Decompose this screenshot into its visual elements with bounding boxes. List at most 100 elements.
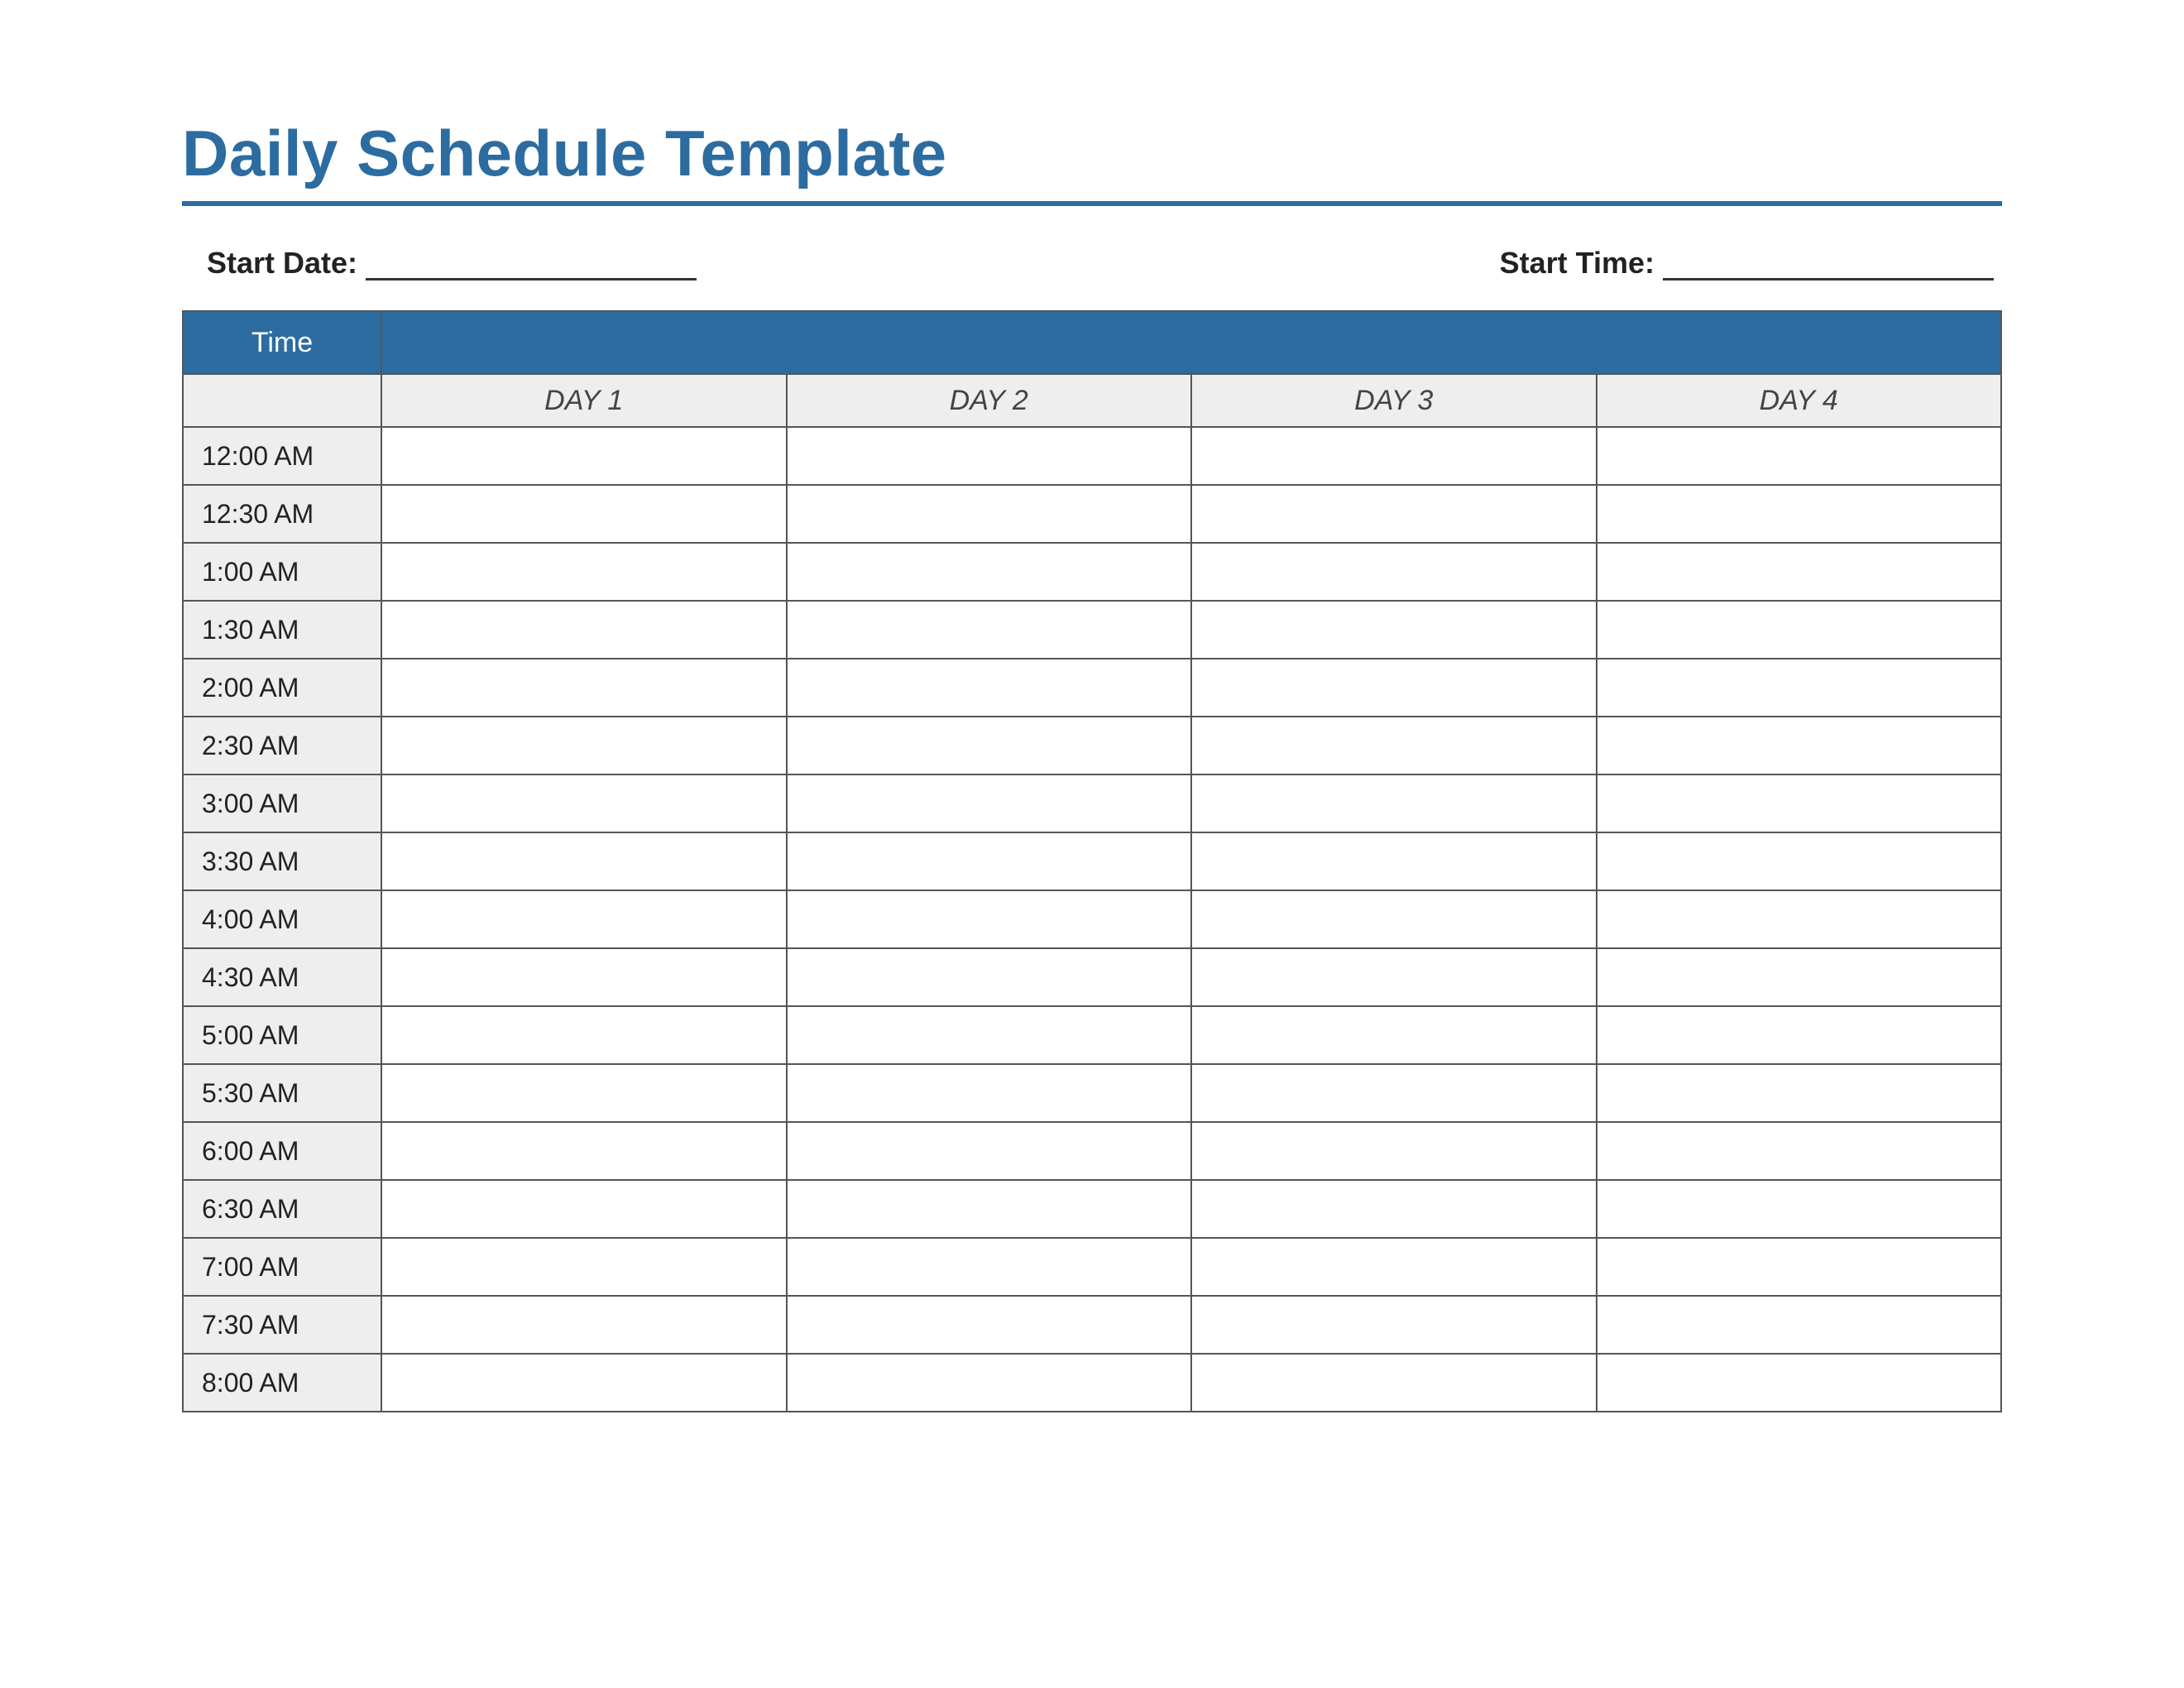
time-cell: 6:30 AM: [183, 1180, 381, 1238]
schedule-cell[interactable]: [787, 890, 1192, 948]
schedule-cell[interactable]: [1597, 717, 2002, 774]
schedule-cell[interactable]: [787, 774, 1192, 832]
schedule-cell[interactable]: [787, 1296, 1192, 1354]
schedule-cell[interactable]: [381, 1064, 787, 1122]
schedule-cell[interactable]: [787, 659, 1192, 717]
schedule-cell[interactable]: [787, 601, 1192, 659]
schedule-cell[interactable]: [787, 1064, 1192, 1122]
schedule-cell[interactable]: [787, 948, 1192, 1006]
schedule-cell[interactable]: [787, 1006, 1192, 1064]
schedule-cell[interactable]: [381, 832, 787, 890]
table-row: 6:00 AM: [183, 1122, 2001, 1180]
schedule-cell[interactable]: [787, 832, 1192, 890]
schedule-cell[interactable]: [1597, 890, 2002, 948]
schedule-cell[interactable]: [381, 774, 787, 832]
time-cell: 5:30 AM: [183, 1064, 381, 1122]
schedule-cell[interactable]: [1191, 948, 1597, 1006]
schedule-cell[interactable]: [787, 1238, 1192, 1296]
schedule-cell[interactable]: [1597, 601, 2002, 659]
schedule-cell[interactable]: [381, 890, 787, 948]
time-cell: 1:30 AM: [183, 601, 381, 659]
schedule-cell[interactable]: [381, 1354, 787, 1412]
page-title: Daily Schedule Template: [182, 116, 2002, 206]
schedule-cell[interactable]: [1597, 1122, 2002, 1180]
day-header: DAY 4: [1597, 374, 2002, 427]
table-row: 5:00 AM: [183, 1006, 2001, 1064]
schedule-cell[interactable]: [1597, 1064, 2002, 1122]
schedule-cell[interactable]: [1191, 1064, 1597, 1122]
schedule-cell[interactable]: [1191, 1180, 1597, 1238]
schedule-cell[interactable]: [381, 948, 787, 1006]
time-cell: 4:30 AM: [183, 948, 381, 1006]
schedule-cell[interactable]: [1191, 1296, 1597, 1354]
time-cell: 2:00 AM: [183, 659, 381, 717]
schedule-cell[interactable]: [1597, 1354, 2002, 1412]
time-cell: 4:00 AM: [183, 890, 381, 948]
time-cell: 12:00 AM: [183, 427, 381, 485]
start-time-input[interactable]: [1663, 252, 1994, 281]
schedule-cell[interactable]: [1191, 832, 1597, 890]
schedule-cell[interactable]: [381, 601, 787, 659]
schedule-cell[interactable]: [1597, 1006, 2002, 1064]
schedule-cell[interactable]: [1597, 427, 2002, 485]
table-row: 1:30 AM: [183, 601, 2001, 659]
schedule-cell[interactable]: [1191, 543, 1597, 601]
schedule-cell[interactable]: [1191, 1354, 1597, 1412]
schedule-cell[interactable]: [1597, 1180, 2002, 1238]
time-cell: 7:30 AM: [183, 1296, 381, 1354]
schedule-cell[interactable]: [1191, 1006, 1597, 1064]
schedule-cell[interactable]: [381, 1238, 787, 1296]
schedule-cell[interactable]: [381, 1296, 787, 1354]
table-row: 8:00 AM: [183, 1354, 2001, 1412]
schedule-cell[interactable]: [1191, 659, 1597, 717]
table-row: 1:00 AM: [183, 543, 2001, 601]
schedule-cell[interactable]: [1191, 601, 1597, 659]
schedule-cell[interactable]: [1597, 1296, 2002, 1354]
schedule-cell[interactable]: [381, 1006, 787, 1064]
table-row: 2:00 AM: [183, 659, 2001, 717]
schedule-cell[interactable]: [787, 1122, 1192, 1180]
schedule-cell[interactable]: [381, 485, 787, 543]
schedule-cell[interactable]: [1191, 717, 1597, 774]
schedule-cell[interactable]: [381, 659, 787, 717]
schedule-cell[interactable]: [381, 1122, 787, 1180]
schedule-cell[interactable]: [1597, 774, 2002, 832]
time-cell: 12:30 AM: [183, 485, 381, 543]
schedule-cell[interactable]: [381, 543, 787, 601]
schedule-cell[interactable]: [1597, 543, 2002, 601]
schedule-cell[interactable]: [381, 1180, 787, 1238]
schedule-cell[interactable]: [1597, 659, 2002, 717]
day-header-empty: [183, 374, 381, 427]
start-time-field: Start Time:: [1500, 246, 1994, 281]
page: Daily Schedule Template Start Date: Star…: [0, 0, 2184, 1688]
day-header: DAY 3: [1191, 374, 1597, 427]
time-cell: 7:00 AM: [183, 1238, 381, 1296]
schedule-cell[interactable]: [1191, 427, 1597, 485]
schedule-cell[interactable]: [381, 427, 787, 485]
schedule-cell[interactable]: [1597, 485, 2002, 543]
schedule-cell[interactable]: [381, 717, 787, 774]
time-column-header: Time: [183, 311, 381, 374]
table-row: 12:00 AM: [183, 427, 2001, 485]
schedule-cell[interactable]: [1597, 1238, 2002, 1296]
schedule-cell[interactable]: [787, 485, 1192, 543]
start-date-field: Start Date:: [207, 246, 697, 281]
schedule-cell[interactable]: [1191, 774, 1597, 832]
schedule-cell[interactable]: [1191, 1238, 1597, 1296]
banner-spacer: [381, 311, 2001, 374]
schedule-cell[interactable]: [787, 1180, 1192, 1238]
schedule-cell[interactable]: [787, 543, 1192, 601]
table-row: 4:30 AM: [183, 948, 2001, 1006]
schedule-cell[interactable]: [1597, 948, 2002, 1006]
schedule-cell[interactable]: [1191, 1122, 1597, 1180]
start-date-label: Start Date:: [207, 246, 357, 281]
schedule-cell[interactable]: [787, 427, 1192, 485]
schedule-cell[interactable]: [1597, 832, 2002, 890]
time-cell: 2:30 AM: [183, 717, 381, 774]
schedule-cell[interactable]: [787, 1354, 1192, 1412]
schedule-cell[interactable]: [787, 717, 1192, 774]
schedule-cell[interactable]: [1191, 485, 1597, 543]
schedule-cell[interactable]: [1191, 890, 1597, 948]
day-header: DAY 1: [381, 374, 787, 427]
start-date-input[interactable]: [366, 252, 697, 281]
